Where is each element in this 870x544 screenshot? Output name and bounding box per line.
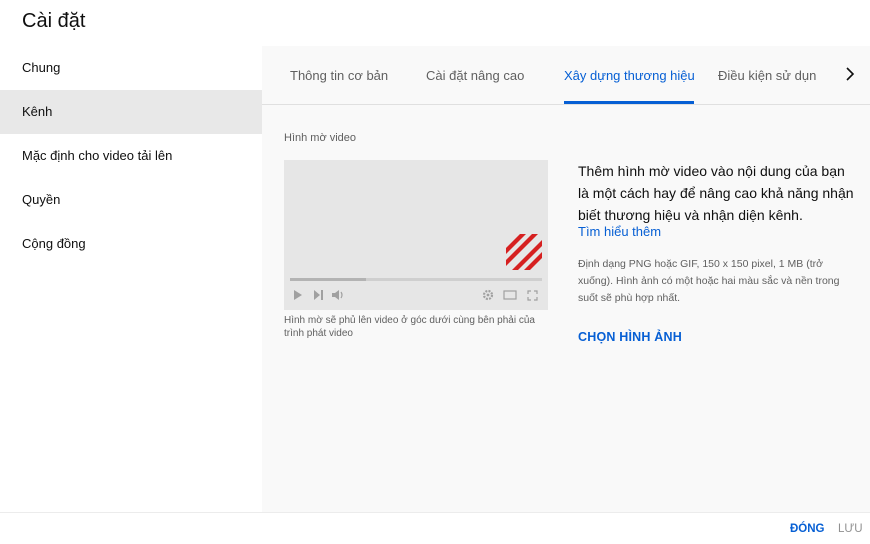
video-progress-bar (290, 278, 542, 281)
video-progress-fill (290, 278, 366, 281)
tab-terms-of-use[interactable]: Điều kiện sử dụn (718, 68, 816, 83)
sidebar-item-general[interactable]: Chung (0, 46, 262, 90)
dialog-footer (0, 512, 870, 544)
watermark-section-label: Hình mờ video (284, 132, 357, 144)
player-caption: Hình mờ sẽ phủ lên video ở góc dưới cùng… (284, 315, 535, 339)
format-requirements-note: Định dạng PNG hoặc GIF, 150 x 150 pixel,… (578, 258, 840, 304)
settings-icon (480, 288, 496, 302)
volume-icon (330, 288, 346, 302)
sidebar-item-community[interactable]: Cộng đồng (0, 222, 262, 266)
watermark-preview-icon (506, 234, 542, 270)
tab-branding[interactable]: Xây dựng thương hiệu (564, 68, 695, 83)
sidebar-item-upload-defaults[interactable]: Mặc định cho video tải lên (0, 134, 262, 178)
page-title: Cài đặt (22, 10, 86, 32)
sidebar: Chung Kênh Mặc định cho video tải lên Qu… (0, 46, 262, 512)
tab-bar: Thông tin cơ bản Cài đặt nâng cao Xây dự… (262, 46, 870, 105)
settings-panel: Thông tin cơ bản Cài đặt nâng cao Xây dự… (262, 46, 870, 512)
video-player-preview (284, 160, 548, 310)
branding-description: Thêm hình mờ video vào nội dung của bạn … (578, 163, 854, 223)
save-button[interactable]: LƯU (838, 523, 863, 535)
learn-more-link[interactable]: Tìm hiểu thêm (578, 224, 661, 239)
play-icon (290, 288, 306, 302)
active-tab-indicator (564, 101, 694, 104)
footer-divider (0, 512, 870, 513)
choose-image-button[interactable]: CHỌN HÌNH ẢNH (578, 330, 682, 344)
chevron-right-icon[interactable] (838, 62, 862, 86)
sidebar-item-permissions[interactable]: Quyền (0, 178, 262, 222)
next-icon (310, 288, 326, 302)
fullscreen-icon (524, 288, 540, 302)
tab-basic-info[interactable]: Thông tin cơ bản (290, 68, 388, 83)
theater-mode-icon (502, 288, 518, 302)
sidebar-item-channel[interactable]: Kênh (0, 90, 262, 134)
close-button[interactable]: ĐÓNG (790, 523, 825, 535)
tab-advanced-settings[interactable]: Cài đặt nâng cao (426, 68, 524, 83)
